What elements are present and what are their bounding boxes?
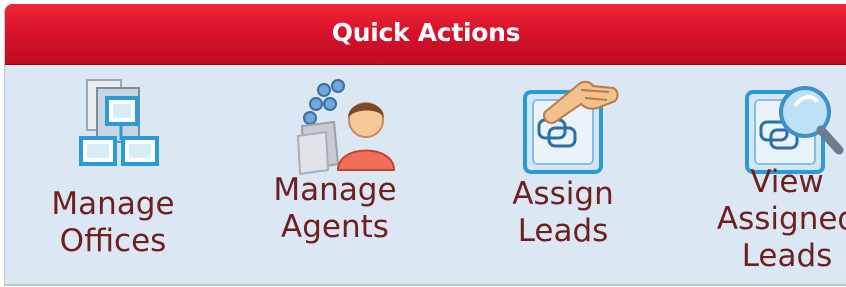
quick-actions-header: Quick Actions xyxy=(5,4,846,65)
view-assigned-leads-button[interactable]: View Assigned Leads xyxy=(677,64,846,284)
quick-actions-panel: Quick Actions Manage Offices Manage Agen… xyxy=(4,4,846,286)
offices-icon xyxy=(73,78,173,178)
manage-offices-button[interactable]: Manage Offices xyxy=(5,64,215,284)
assign-leads-button[interactable]: Assign Leads xyxy=(455,64,665,284)
agents-icon xyxy=(294,78,396,178)
view-leads-icon xyxy=(745,78,845,178)
manage-agents-label: Manage Agents xyxy=(273,172,397,245)
manage-agents-button[interactable]: Manage Agents xyxy=(230,64,440,284)
manage-offices-label: Manage Offices xyxy=(51,186,175,259)
assign-leads-icon xyxy=(521,78,621,178)
panel-title: Quick Actions xyxy=(331,18,521,47)
assign-leads-label: Assign Leads xyxy=(512,176,614,249)
view-assigned-leads-label: View Assigned Leads xyxy=(716,164,846,274)
